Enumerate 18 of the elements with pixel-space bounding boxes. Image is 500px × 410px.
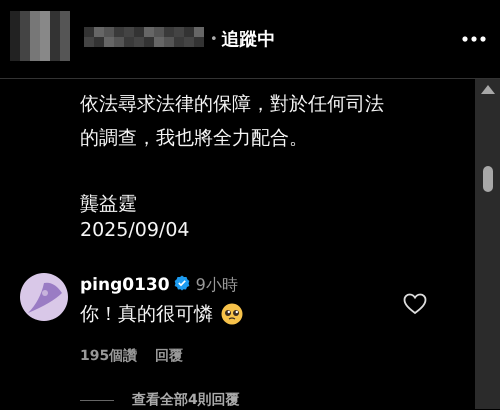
post-date: 2025/09/04 — [80, 218, 191, 243]
comment-username[interactable]: ping0130 — [80, 275, 170, 295]
comment-time: 9小時 — [196, 274, 238, 296]
like-count[interactable]: 195個讚 — [80, 347, 138, 365]
comment-text: 你！真的很可憐 — [80, 302, 213, 327]
follow-status[interactable]: 追蹤中 — [222, 27, 276, 51]
user-avatar[interactable] — [20, 273, 68, 321]
reply-link[interactable]: 回覆 — [155, 347, 184, 365]
view-replies-link[interactable]: 查看全部4則回覆 — [132, 391, 240, 409]
caption-line: 依法尋求法律的保障，對於任何司法 — [80, 92, 385, 117]
like-heart-icon[interactable] — [403, 293, 427, 315]
scrollbar-thumb[interactable] — [482, 166, 492, 192]
scroll-up-icon[interactable] — [480, 85, 494, 94]
signature: 龔益霆 — [80, 192, 138, 217]
more-options-icon[interactable] — [462, 36, 486, 42]
pleading-face-icon — [221, 303, 243, 325]
separator-dot: • — [210, 32, 218, 46]
caption-line: 的調查，我也將全力配合。 — [80, 126, 309, 151]
